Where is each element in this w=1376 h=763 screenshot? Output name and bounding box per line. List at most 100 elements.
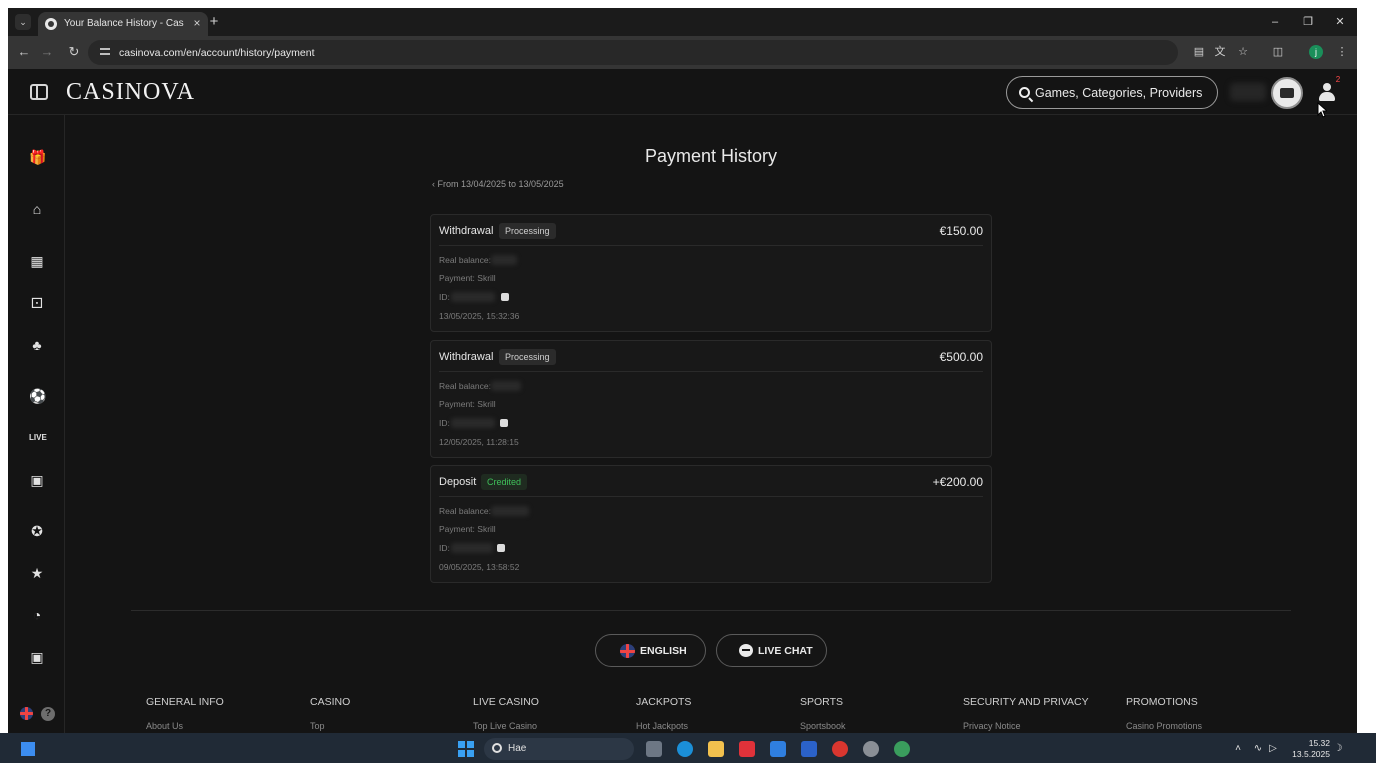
status-badge: Processing [499, 223, 556, 239]
volume-icon[interactable]: ▷ [1267, 741, 1279, 757]
live-chat-button-label: LIVE CHAT [758, 645, 813, 657]
vehicle-icon[interactable]: ▣ [29, 649, 45, 665]
footer-link-hot-jackpots[interactable]: Hot Jackpots [636, 720, 688, 732]
reload-icon[interactable]: ↻ [66, 44, 82, 60]
payment-row: Payment: Skrill [439, 272, 496, 284]
soccer-ball-icon[interactable]: ⚽ [29, 388, 46, 404]
main-content: Payment History ‹ From 13/04/2025 to 13/… [66, 116, 1357, 733]
footer-link-casino-promotions[interactable]: Casino Promotions [1126, 720, 1202, 732]
sidebar: 🎁 ⌂ ▦ ⚀ ♣ ⚽ LIVE ▣ ✪ ★ ◔ ▣ ? [8, 115, 65, 733]
transaction-amount: €500.00 [939, 350, 983, 364]
real-balance-label: Real balance: [439, 381, 491, 391]
store-icon[interactable] [770, 741, 786, 757]
chrome-icon[interactable] [894, 741, 910, 757]
gift-icon[interactable]: 🎁 [29, 149, 46, 165]
help-icon[interactable]: ? [41, 707, 55, 721]
slot-machine-icon[interactable]: ▦ [29, 253, 45, 269]
trophy-icon[interactable]: ★ [29, 565, 45, 581]
live-icon[interactable]: LIVE [29, 430, 47, 446]
footer-heading-live-casino: LIVE CASINO [473, 696, 539, 708]
payment-label: Payment: [439, 524, 475, 534]
game-search-input[interactable]: Games, Categories, Providers [1006, 76, 1218, 109]
install-app-icon[interactable]: ▤ [1191, 44, 1207, 60]
transaction-date: 09/05/2025, 13:58:52 [439, 562, 520, 572]
language-flag-icon[interactable] [20, 707, 33, 720]
translate-icon[interactable]: 文 [1212, 44, 1228, 60]
copy-icon[interactable] [497, 544, 505, 552]
screen: ⌄ Your Balance History - Casinova × + – … [0, 0, 1376, 763]
real-balance-value [491, 255, 517, 265]
casino-logo[interactable]: CASINOVA [66, 80, 195, 104]
vivaldi-icon[interactable] [739, 741, 755, 757]
taskbar-search-text: Hae [508, 743, 527, 754]
file-explorer-icon[interactable] [646, 741, 662, 757]
taskbar-search[interactable]: Hae [484, 738, 634, 760]
site-header: CASINOVA Games, Categories, Providers 2 [8, 69, 1357, 118]
wifi-icon[interactable]: ∿ [1252, 741, 1264, 757]
windows-start-icon[interactable] [458, 741, 474, 757]
profile-avatar[interactable]: j [1309, 45, 1323, 59]
footer-link-privacy-notice[interactable]: Privacy Notice [963, 720, 1021, 732]
folder-icon[interactable] [708, 741, 724, 757]
transaction-type: Withdrawal [439, 351, 494, 363]
home-icon[interactable]: ⌂ [29, 201, 45, 217]
id-label: ID: [439, 292, 450, 302]
wallet-icon[interactable] [1271, 77, 1303, 109]
id-label: ID: [439, 418, 450, 428]
app-icon[interactable] [832, 741, 848, 757]
balance-display[interactable] [1230, 83, 1266, 101]
url-text[interactable]: casinova.com/en/account/history/payment [119, 46, 315, 60]
footer-link-sportsbook[interactable]: Sportsbook [800, 720, 846, 732]
window-close-icon[interactable]: ✕ [1332, 14, 1348, 30]
clover-icon[interactable]: ♣ [29, 337, 45, 353]
settings-icon[interactable] [863, 741, 879, 757]
dice-icon[interactable]: ⚀ [29, 295, 45, 311]
minimize-icon[interactable]: – [1267, 14, 1283, 30]
forward-icon[interactable]: → [39, 44, 55, 60]
casino-site: CASINOVA Games, Categories, Providers 2 … [8, 69, 1357, 733]
user-account-icon[interactable] [1318, 83, 1336, 103]
footer-heading-security: SECURITY AND PRIVACY [963, 696, 1089, 708]
real-balance-label: Real balance: [439, 255, 491, 265]
payment-label: Payment: [439, 273, 475, 283]
footer-link-top-live-casino[interactable]: Top Live Casino [473, 720, 537, 732]
medal-icon[interactable]: ✪ [29, 523, 45, 539]
transaction-type: Withdrawal [439, 225, 494, 237]
copy-icon[interactable] [500, 419, 508, 427]
task-view-icon[interactable] [21, 742, 35, 756]
footer-heading-casino: CASINO [310, 696, 351, 708]
notifications-icon[interactable]: ☽ [1333, 741, 1343, 757]
tray-overflow-icon[interactable]: ˄ [1232, 741, 1244, 757]
live-chat-button[interactable]: LIVE CHAT [716, 634, 827, 667]
date-range-back[interactable]: ‹ From 13/04/2025 to 13/05/2025 [432, 178, 632, 190]
divider [439, 496, 983, 497]
footer-divider [131, 610, 1291, 611]
document-icon[interactable] [801, 741, 817, 757]
system-clock[interactable]: 15.32 13.5.2025 [1290, 738, 1330, 760]
sidebar-toggle-icon[interactable] [30, 84, 48, 100]
sport-icon[interactable]: ◔ [29, 607, 45, 623]
address-bar[interactable]: casinova.com/en/account/history/payment [88, 40, 1178, 65]
footer-link-about-us[interactable]: About Us [146, 720, 183, 732]
copy-icon[interactable] [501, 293, 509, 301]
back-icon[interactable]: ← [16, 44, 32, 60]
edge-icon[interactable] [677, 741, 693, 757]
browser-tab-active[interactable]: Your Balance History - Casinova × [38, 12, 208, 36]
tab-strip: ⌄ Your Balance History - Casinova × + – … [8, 8, 1357, 36]
search-icon [1019, 87, 1030, 98]
browser-menu-icon[interactable]: ⋮ [1334, 44, 1350, 60]
tab-search-menu-icon[interactable]: ⌄ [15, 14, 31, 30]
clock-time: 15.32 [1308, 738, 1330, 748]
restore-icon[interactable]: ❐ [1300, 14, 1316, 30]
site-info-icon[interactable] [100, 47, 110, 57]
extensions-icon[interactable]: ◫ [1270, 44, 1286, 60]
bookmark-star-icon[interactable]: ☆ [1235, 44, 1251, 60]
date-range-text: From 13/04/2025 to 13/05/2025 [437, 179, 564, 189]
uk-flag-icon [620, 644, 635, 658]
real-balance-label: Real balance: [439, 506, 491, 516]
footer-link-top[interactable]: Top [310, 720, 325, 732]
close-tab-icon[interactable]: × [190, 16, 204, 30]
new-tab-icon[interactable]: + [206, 14, 222, 30]
tv-icon[interactable]: ▣ [29, 472, 45, 488]
language-button[interactable]: ENGLISH [595, 634, 706, 667]
